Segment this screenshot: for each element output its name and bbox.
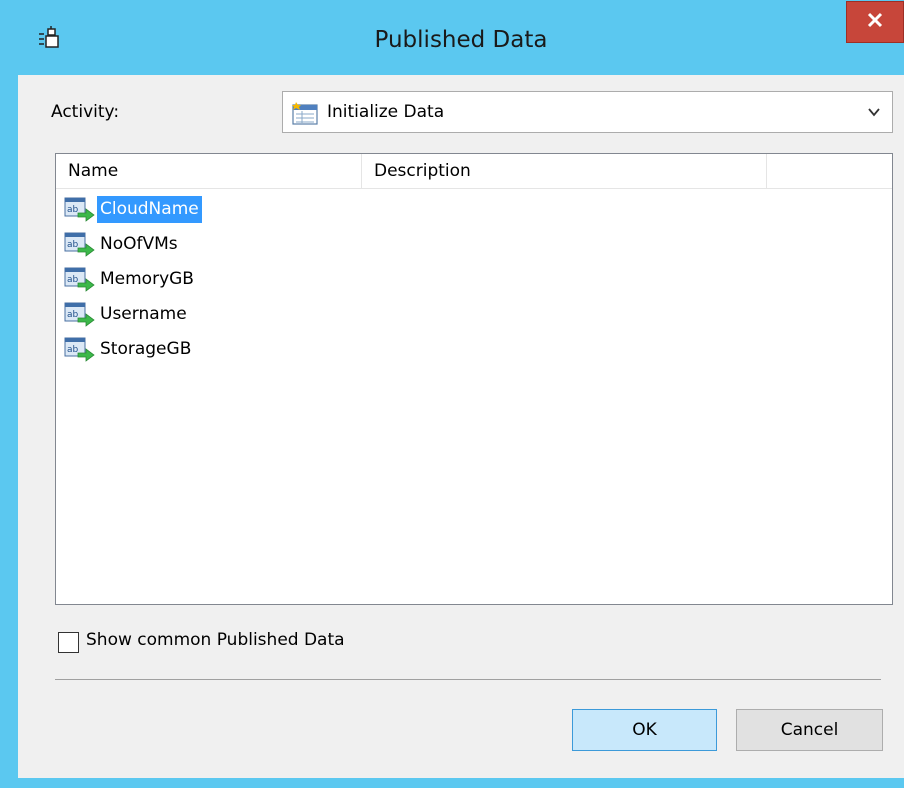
column-header-name[interactable]: Name [56,154,362,188]
initialize-data-icon [292,101,318,125]
variable-icon: ab [64,231,96,258]
separator [55,679,881,680]
variable-icon: ab [64,301,96,328]
list-item-label: MemoryGB [100,269,194,289]
list-item-label: StorageGB [100,339,192,359]
title-bar[interactable]: Published Data [9,0,904,75]
ok-button[interactable]: OK [572,709,717,751]
list-item[interactable]: ab StorageGB [56,332,656,367]
dialog-window: Published Data Activity: Initialize Data… [0,0,904,788]
activity-dropdown[interactable]: Initialize Data [282,91,893,133]
close-button[interactable] [846,1,904,43]
list-header: Name Description [56,154,892,189]
column-header-description[interactable]: Description [362,154,767,188]
list-item[interactable]: ab CloudName [56,192,656,227]
close-icon [867,12,883,33]
activity-selected-value: Initialize Data [327,102,445,122]
list-item[interactable]: ab Username [56,297,656,332]
list-item-label: CloudName [97,196,202,223]
svg-text:ab: ab [67,205,79,215]
show-common-checkbox[interactable] [58,632,79,653]
svg-text:ab: ab [67,275,79,285]
svg-text:ab: ab [67,240,79,250]
svg-text:ab: ab [67,345,79,355]
svg-text:ab: ab [67,310,79,320]
published-data-list[interactable]: Name Description ab CloudName ab NoOfVMs… [55,153,893,605]
chevron-down-icon[interactable] [866,104,882,120]
cancel-button[interactable]: Cancel [736,709,883,751]
variable-icon: ab [64,266,96,293]
list-item[interactable]: ab MemoryGB [56,262,656,297]
list-item[interactable]: ab NoOfVMs [56,227,656,262]
window-title: Published Data [374,27,548,53]
activity-label: Activity: [51,102,120,122]
column-header-filler [767,154,884,188]
variable-icon: ab [64,196,96,223]
list-item-label: NoOfVMs [100,234,178,254]
show-common-label[interactable]: Show common Published Data [86,630,345,650]
dialog-body: Activity: Initialize Data Name Descripti… [18,75,904,778]
variable-icon: ab [64,336,96,363]
list-item-label: Username [100,304,187,324]
